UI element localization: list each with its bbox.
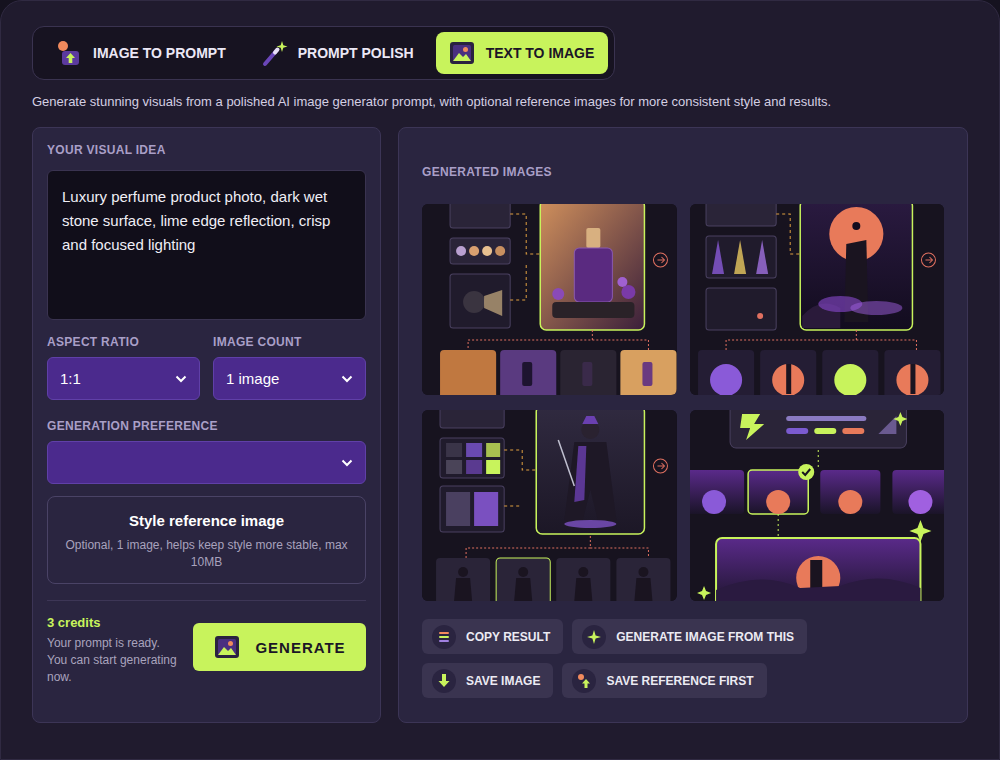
image-grid — [422, 204, 944, 601]
app-window: IMAGE TO PROMPT PROMPT POLISH TEXT TO IM… — [0, 0, 1000, 760]
aspect-ratio-label: ASPECT RATIO — [47, 335, 200, 349]
divider — [47, 600, 366, 601]
sparkle-icon — [587, 630, 601, 644]
magic-wand-icon — [260, 39, 288, 67]
tab[interactable]: PROMPT POLISH — [248, 32, 428, 74]
main-area: YOUR VISUAL IDEA Luxury perfume product … — [32, 127, 968, 723]
generation-preference-label: GENERATION PREFERENCE — [47, 419, 366, 433]
generated-image[interactable] — [690, 410, 945, 601]
idea-label: YOUR VISUAL IDEA — [47, 143, 366, 157]
result-actions: COPY RESULT GENERATE IMAGE FROM THIS SAV… — [422, 619, 944, 698]
tab[interactable]: IMAGE TO PROMPT — [43, 32, 240, 74]
image-count-field: IMAGE COUNT 1 image — [213, 335, 366, 400]
chevron-down-icon — [341, 375, 353, 383]
generated-image[interactable] — [690, 204, 945, 395]
input-panel: YOUR VISUAL IDEA Luxury perfume product … — [32, 127, 381, 723]
image-count-label: IMAGE COUNT — [213, 335, 366, 349]
credits-message: Your prompt is ready. You can start gene… — [47, 635, 177, 686]
picture-icon — [448, 39, 476, 67]
style-reference-title: Style reference image — [58, 511, 355, 531]
chevron-down-icon — [341, 459, 353, 467]
credits-count: 3 credits — [47, 615, 183, 631]
image-upload-icon — [55, 39, 83, 67]
copy-lines-icon — [437, 630, 451, 644]
upload-icon — [576, 673, 592, 689]
generate-row: 3 credits Your prompt is ready. You can … — [47, 615, 366, 686]
results-panel: GENERATED IMAGES COPY RESULT GENERATE IM… — [398, 127, 968, 723]
monolith-board-icon — [690, 204, 945, 395]
generation-preference-select[interactable] — [47, 441, 366, 484]
aspect-ratio-field: ASPECT RATIO 1:1 — [47, 335, 200, 400]
workflow-board-icon — [690, 410, 945, 601]
credits-info: 3 credits Your prompt is ready. You can … — [47, 615, 183, 686]
image-count-select[interactable]: 1 image — [213, 357, 366, 400]
options-row: ASPECT RATIO 1:1 IMAGE COUNT 1 image — [47, 335, 366, 400]
idea-textarea[interactable]: Luxury perfume product photo, dark wet s… — [47, 170, 366, 320]
generated-image[interactable] — [422, 204, 677, 395]
style-reference-dropzone[interactable]: Style reference image Optional, 1 image,… — [47, 496, 366, 584]
action-button[interactable]: SAVE REFERENCE FIRST — [562, 663, 766, 698]
warrior-board-icon — [422, 410, 677, 601]
download-icon — [436, 673, 452, 689]
style-reference-hint: Optional, 1 image, helps keep style more… — [58, 537, 355, 571]
action-button[interactable]: GENERATE IMAGE FROM THIS — [572, 619, 807, 654]
subtitle: Generate stunning visuals from a polishe… — [32, 93, 968, 111]
generated-image[interactable] — [422, 410, 677, 601]
results-label: GENERATED IMAGES — [422, 165, 944, 179]
action-button[interactable]: SAVE IMAGE — [422, 663, 553, 698]
picture-icon — [213, 633, 241, 661]
chevron-down-icon — [175, 375, 187, 383]
tab-bar: IMAGE TO PROMPT PROMPT POLISH TEXT TO IM… — [32, 26, 615, 80]
tab[interactable]: TEXT TO IMAGE — [436, 32, 609, 74]
aspect-ratio-select[interactable]: 1:1 — [47, 357, 200, 400]
perfume-board-icon — [422, 204, 677, 395]
action-button[interactable]: COPY RESULT — [422, 619, 563, 654]
generate-button[interactable]: GENERATE — [193, 623, 366, 671]
